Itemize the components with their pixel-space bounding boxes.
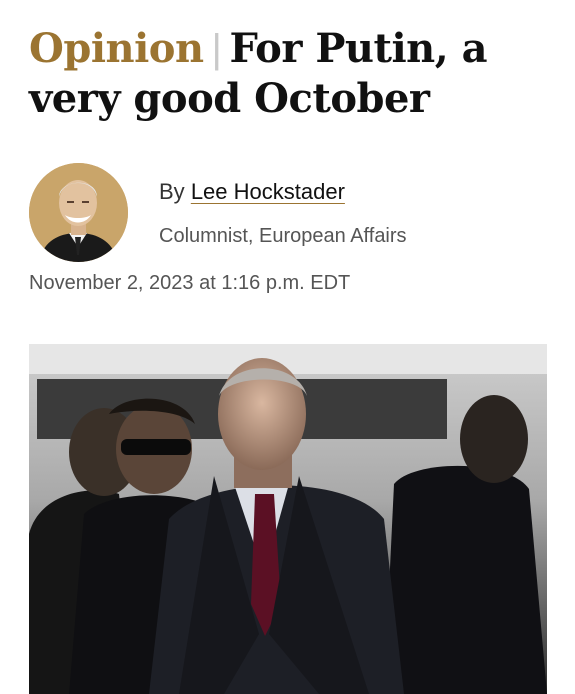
lead-photo-image (29, 344, 547, 694)
byline-block: By Lee Hockstader Columnist, European Af… (29, 163, 549, 263)
author-link[interactable]: Lee Hockstader (191, 179, 345, 204)
opinion-kicker[interactable]: Opinion (29, 25, 204, 72)
byline: By Lee Hockstader (159, 179, 345, 205)
author-avatar[interactable] (29, 163, 128, 262)
headline: Opinion | For Putin, a very good October (29, 24, 549, 124)
headline-separator: | (211, 27, 222, 71)
publish-timestamp: November 2, 2023 at 1:16 p.m. EDT (29, 272, 351, 294)
byline-prefix: By (159, 179, 185, 204)
author-role: Columnist, European Affairs (159, 225, 407, 247)
lead-photo[interactable] (29, 344, 547, 694)
author-portrait-icon (29, 163, 128, 262)
